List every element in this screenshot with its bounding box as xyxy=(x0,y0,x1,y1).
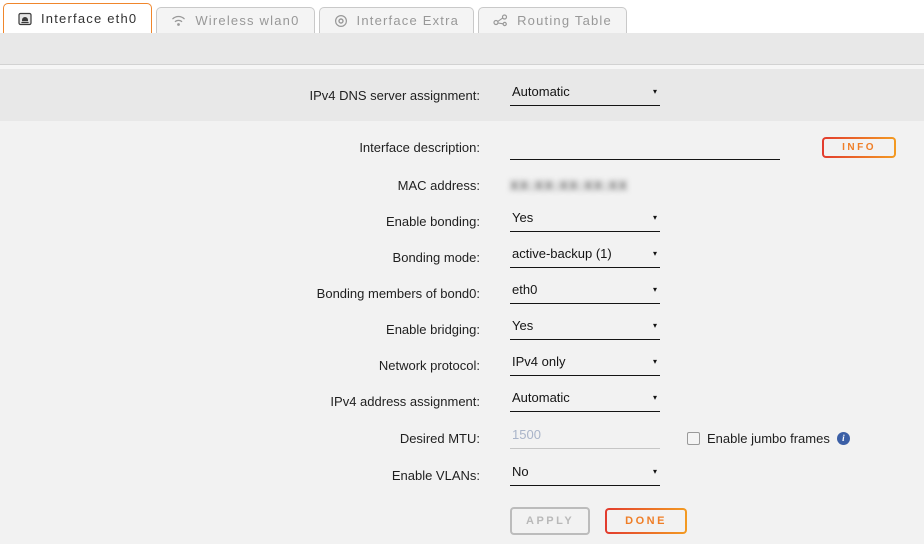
jumbo-frames-group: Enable jumbo frames i xyxy=(687,431,850,446)
field-label: IPv4 DNS server assignment: xyxy=(0,88,480,103)
form-row-mac: MAC address: XX:XX:XX:XX:XX xyxy=(0,167,924,203)
info-circle-icon[interactable]: i xyxy=(837,432,850,445)
chevron-down-icon: ▾ xyxy=(653,467,657,476)
wifi-icon xyxy=(171,14,186,27)
network-protocol-select[interactable]: IPv4 only ▾ xyxy=(510,354,660,376)
tab-label: Interface Extra xyxy=(357,13,460,28)
field-label: Interface description: xyxy=(0,140,480,155)
ipv4-dns-assignment-select[interactable]: Automatic ▾ xyxy=(510,84,660,106)
interface-description-input[interactable] xyxy=(510,135,780,160)
form-row-bonding: Enable bonding: Yes ▾ xyxy=(0,203,924,239)
select-value: active-backup (1) xyxy=(512,246,612,261)
form-row-ipv4-assignment: IPv4 address assignment: Automatic ▾ xyxy=(0,383,924,419)
select-value: Yes xyxy=(512,210,533,225)
chevron-down-icon: ▾ xyxy=(653,321,657,330)
tab-wireless-wlan0[interactable]: Wireless wlan0 xyxy=(156,7,314,33)
action-buttons: APPLY DONE xyxy=(510,507,924,535)
tab-interface-extra[interactable]: Interface Extra xyxy=(319,7,475,33)
tab-label: Interface eth0 xyxy=(41,11,137,26)
chevron-down-icon: ▾ xyxy=(653,213,657,222)
bonding-members-select[interactable]: eth0 ▾ xyxy=(510,282,660,304)
tab-interface-eth0[interactable]: Interface eth0 xyxy=(3,3,152,33)
field-label: Network protocol: xyxy=(0,358,480,373)
chevron-down-icon: ▾ xyxy=(653,87,657,96)
chevron-down-icon: ▾ xyxy=(653,357,657,366)
mtu-value: 1500 xyxy=(512,427,541,442)
ipv4-address-assignment-select[interactable]: Automatic ▾ xyxy=(510,390,660,412)
enable-jumbo-frames-checkbox[interactable] xyxy=(687,432,700,445)
form-row-description: Interface description: INFO xyxy=(0,127,924,167)
tab-bar: Interface eth0 Wireless wlan0 Interface … xyxy=(0,0,924,33)
dns-section: IPv4 DNS server assignment: Automatic ▾ xyxy=(0,69,924,121)
info-button[interactable]: INFO xyxy=(822,137,896,158)
select-value: eth0 xyxy=(512,282,537,297)
form-row-bonding-members: Bonding members of bond0: eth0 ▾ xyxy=(0,275,924,311)
select-value: No xyxy=(512,464,529,479)
jumbo-frames-label: Enable jumbo frames xyxy=(707,431,830,446)
chevron-down-icon: ▾ xyxy=(653,249,657,258)
chevron-down-icon: ▾ xyxy=(653,393,657,402)
bonding-mode-select[interactable]: active-backup (1) ▾ xyxy=(510,246,660,268)
select-value: IPv4 only xyxy=(512,354,565,369)
chevron-down-icon: ▾ xyxy=(653,285,657,294)
tab-routing-table[interactable]: Routing Table xyxy=(478,7,627,33)
form-row-bonding-mode: Bonding mode: active-backup (1) ▾ xyxy=(0,239,924,275)
field-label: IPv4 address assignment: xyxy=(0,394,480,409)
enable-bonding-select[interactable]: Yes ▾ xyxy=(510,210,660,232)
field-label: Enable VLANs: xyxy=(0,468,480,483)
form-row-vlans: Enable VLANs: No ▾ xyxy=(0,457,924,493)
form-row-dns: IPv4 DNS server assignment: Automatic ▾ xyxy=(0,77,924,113)
interface-form: Interface description: INFO MAC address:… xyxy=(0,121,924,544)
select-value: Yes xyxy=(512,318,533,333)
field-label: Enable bonding: xyxy=(0,214,480,229)
field-label: Bonding mode: xyxy=(0,250,480,265)
record-circle-icon xyxy=(334,14,348,28)
ethernet-port-icon xyxy=(18,12,32,26)
apply-button[interactable]: APPLY xyxy=(510,507,590,535)
field-label: Enable bridging: xyxy=(0,322,480,337)
share-nodes-icon xyxy=(493,14,508,27)
form-row-network-protocol: Network protocol: IPv4 only ▾ xyxy=(0,347,924,383)
tab-label: Wireless wlan0 xyxy=(195,13,299,28)
mac-address-value-redacted: XX:XX:XX:XX:XX xyxy=(510,178,628,193)
done-button[interactable]: DONE xyxy=(605,508,687,534)
network-config-window: Interface eth0 Wireless wlan0 Interface … xyxy=(0,0,924,544)
desired-mtu-input-disabled[interactable]: 1500 xyxy=(510,427,660,449)
field-label: MAC address: xyxy=(0,178,480,193)
enable-vlans-select[interactable]: No ▾ xyxy=(510,464,660,486)
form-row-bridging: Enable bridging: Yes ▾ xyxy=(0,311,924,347)
section-spacer-band xyxy=(0,33,924,64)
select-value: Automatic xyxy=(512,84,570,99)
select-value: Automatic xyxy=(512,390,570,405)
form-row-mtu: Desired MTU: 1500 Enable jumbo frames i xyxy=(0,419,924,457)
field-label: Bonding members of bond0: xyxy=(0,286,480,301)
enable-bridging-select[interactable]: Yes ▾ xyxy=(510,318,660,340)
tab-label: Routing Table xyxy=(517,13,612,28)
field-label: Desired MTU: xyxy=(0,431,480,446)
